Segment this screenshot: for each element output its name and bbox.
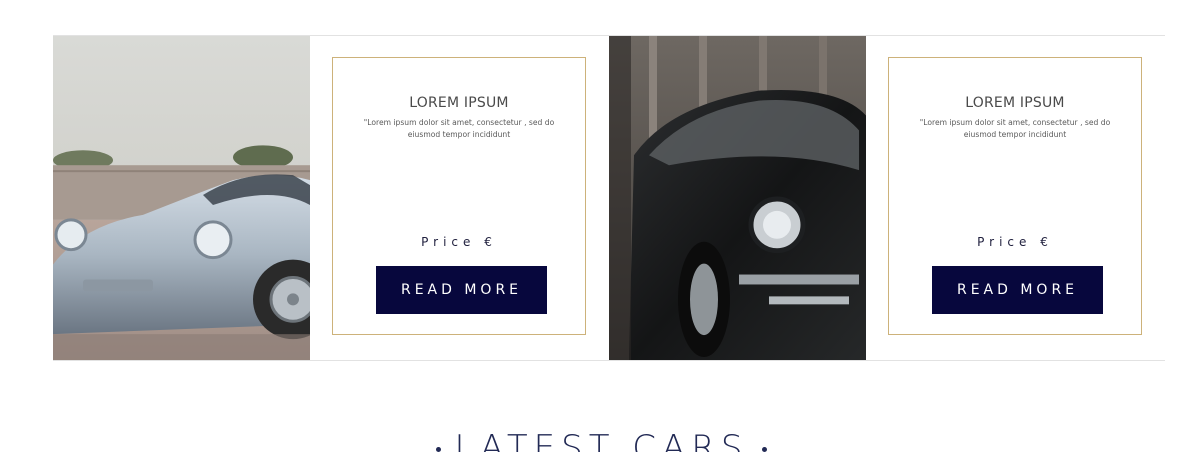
card-price: Price €	[421, 235, 497, 249]
car-photo-black-coupe[interactable]	[609, 36, 866, 360]
page: LOREM IPSUM "Lorem ipsum dolor sit amet,…	[0, 0, 1203, 452]
read-more-button[interactable]: READ MORE	[932, 266, 1103, 314]
bullet-icon	[762, 447, 768, 452]
card-title: LOREM IPSUM	[965, 95, 1065, 111]
car-photo-image	[53, 36, 310, 360]
car-card-panel-1: LOREM IPSUM "Lorem ipsum dolor sit amet,…	[310, 36, 609, 360]
car-card: LOREM IPSUM "Lorem ipsum dolor sit amet,…	[888, 57, 1142, 335]
car-photo-silver-roadster[interactable]	[53, 36, 310, 360]
section-heading-text: LATEST CARS	[454, 428, 749, 452]
car-listing-strip: LOREM IPSUM "Lorem ipsum dolor sit amet,…	[53, 35, 1165, 361]
read-more-button[interactable]: READ MORE	[376, 266, 547, 314]
section-heading: LATEST CARS	[0, 428, 1203, 452]
car-card-panel-2: LOREM IPSUM "Lorem ipsum dolor sit amet,…	[866, 36, 1165, 360]
bullet-icon	[435, 447, 441, 452]
card-title: LOREM IPSUM	[409, 95, 509, 111]
card-description: "Lorem ipsum dolor sit amet, consectetur…	[919, 118, 1111, 139]
card-description: "Lorem ipsum dolor sit amet, consectetur…	[363, 118, 555, 139]
car-photo-image	[609, 36, 866, 360]
car-card: LOREM IPSUM "Lorem ipsum dolor sit amet,…	[332, 57, 586, 335]
card-price: Price €	[977, 235, 1053, 249]
